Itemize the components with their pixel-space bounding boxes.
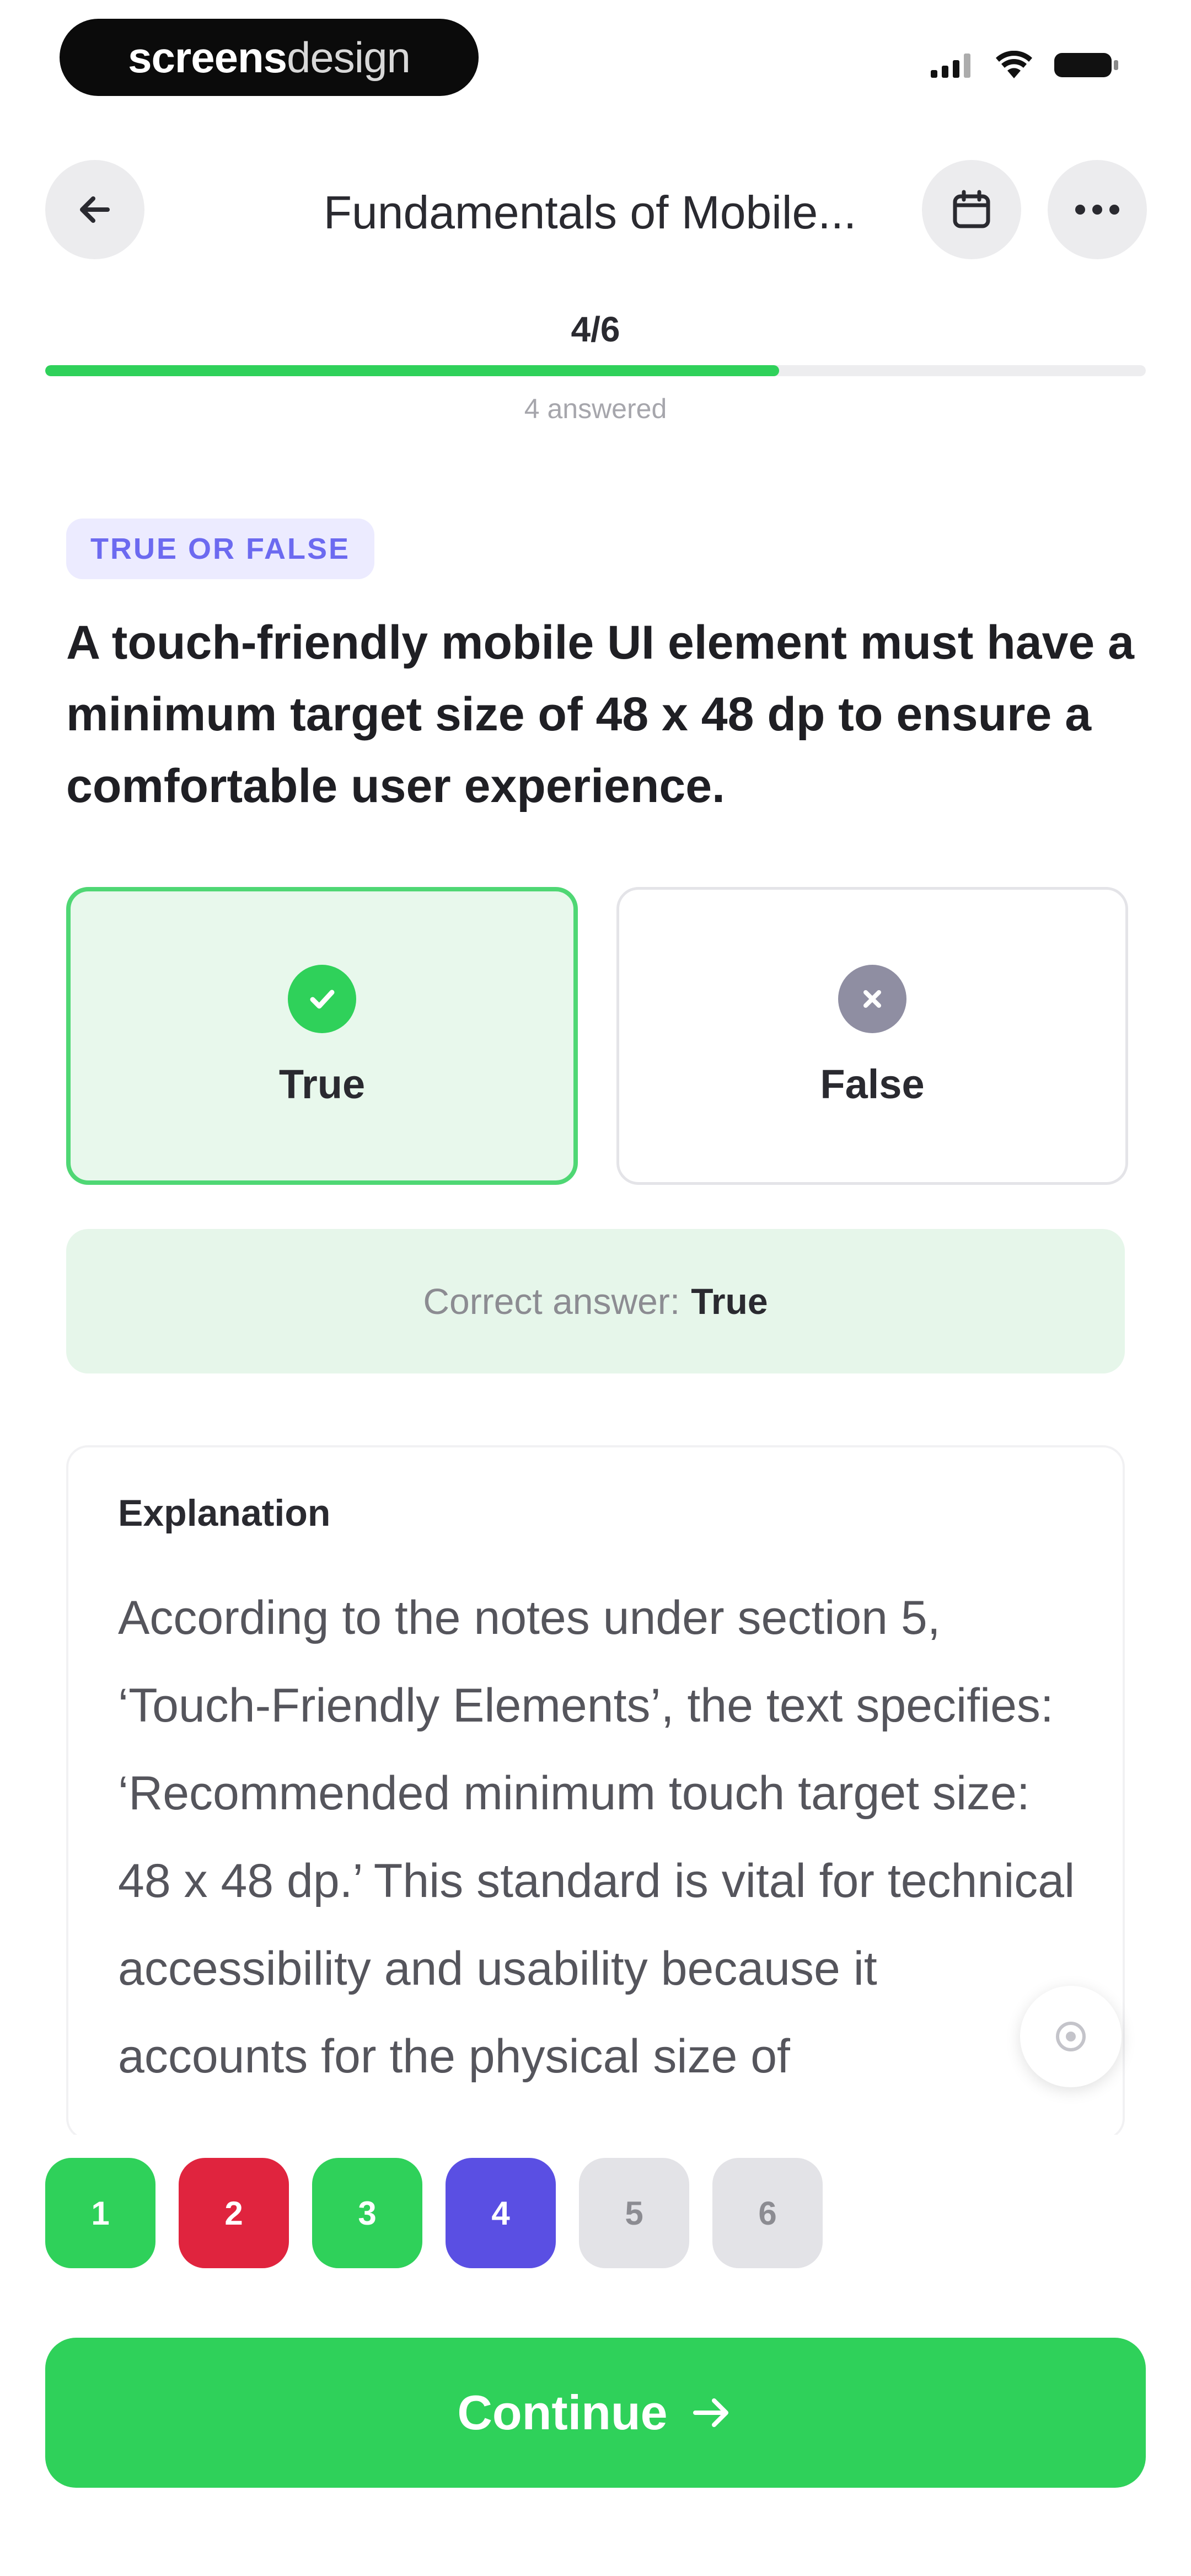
question-nav-1[interactable]: 1 [45,2158,155,2268]
brand-logo-light: design [287,33,411,82]
progress-bar-fill [45,365,779,376]
header: Fundamentals of Mobile... [0,154,1191,265]
more-icon [1075,205,1119,215]
question-type-badge: TRUE OR FALSE [66,519,375,579]
correct-answer-prefix: Correct answer: [423,1281,680,1322]
check-circle-icon [288,964,356,1033]
option-false-label: False [820,1061,925,1107]
continue-button-label: Continue [457,2385,668,2440]
x-circle-icon [838,964,906,1033]
question-nav-4[interactable]: 4 [446,2158,556,2268]
status-icons [931,51,1119,79]
brand-logo-bold: screens [128,33,287,82]
question-nav-5[interactable]: 5 [579,2158,689,2268]
continue-button[interactable]: Continue [45,2338,1146,2488]
question-text: A touch-friendly mobile UI element must … [66,616,1134,813]
header-title: Fundamentals of Mobile... [323,186,857,238]
answered-count: 4 answered [524,393,667,424]
option-false[interactable]: False [616,887,1128,1185]
cellular-signal-icon [931,54,970,78]
calendar-button[interactable] [922,160,1021,259]
correct-answer-value: True [691,1281,768,1322]
explanation-card: Explanation According to the notes under… [66,1445,1125,2140]
quiz-screen: screens design Fundamentals of Mobile...… [0,0,1191,2576]
back-arrow-icon [80,196,110,223]
progress-label: 4/6 [571,309,620,349]
back-button[interactable] [45,160,144,259]
floating-action-button[interactable] [1020,1986,1122,2087]
explanation-title: Explanation [118,1492,331,1534]
brand-logo: screens design [60,19,479,96]
option-true[interactable]: True [66,887,578,1185]
wifi-icon [996,51,1032,78]
question-nav-6[interactable]: 6 [712,2158,823,2268]
question-nav-3[interactable]: 3 [312,2158,422,2268]
calendar-icon [953,190,990,228]
battery-icon [1054,53,1118,77]
question-navigator: 1 2 3 4 5 6 [45,2158,823,2268]
progress-bar [45,365,1146,376]
settings-icon [1056,2022,1086,2051]
more-button[interactable] [1048,160,1147,259]
explanation-text: According to the notes under section 5, … [118,1591,1075,2083]
question-nav-2[interactable]: 2 [179,2158,289,2268]
status-bar: screens design [0,0,1191,110]
bottom-panel: 1 2 3 4 5 6 Continue [0,2135,1191,2576]
correct-answer-banner: Correct answer: True [66,1229,1125,1373]
arrow-right-icon [690,2393,734,2432]
option-true-label: True [278,1061,366,1107]
